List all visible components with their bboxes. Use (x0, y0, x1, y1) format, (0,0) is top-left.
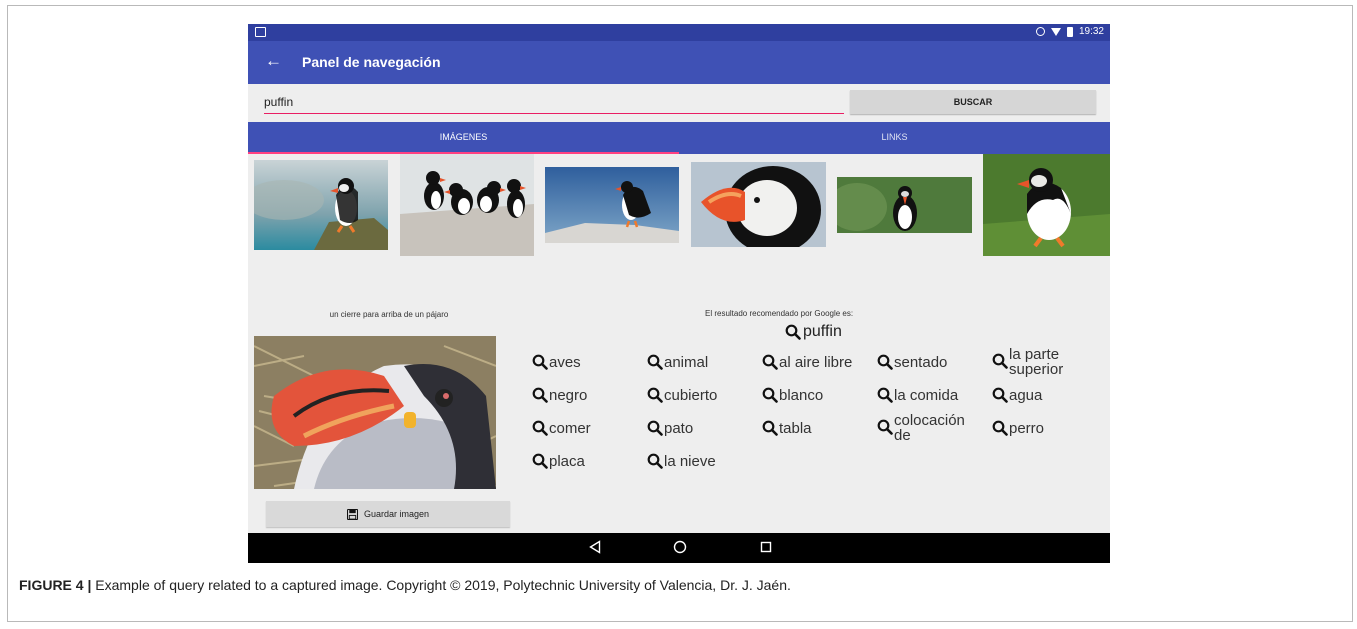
tab-bar: IMÁGENES LINKS (248, 122, 1110, 154)
tag-label: la nieve (664, 453, 716, 470)
tag-label: pato (664, 420, 694, 437)
save-image-button[interactable]: Guardar imagen (266, 501, 510, 527)
tag-label: la comida (894, 387, 959, 404)
search-icon (762, 387, 778, 403)
search-icon (992, 387, 1008, 403)
search-icon (877, 354, 893, 370)
search-row: BUSCAR (248, 84, 1110, 121)
tag-search-item[interactable]: colocación de (877, 413, 965, 443)
back-triangle-icon[interactable] (589, 540, 601, 554)
tag-search-item[interactable]: placa (532, 453, 585, 470)
figure-caption-label: FIGURE 4 | (19, 577, 92, 593)
recommended-search[interactable]: puffin (785, 323, 842, 341)
tag-search-item[interactable]: sentado (877, 354, 948, 371)
search-icon (532, 453, 548, 469)
android-tablet-screen: 19:32 ← Panel de navegación BUSCAR IMÁGE… (248, 24, 1110, 563)
tag-search-item[interactable]: animal (647, 354, 709, 371)
sync-icon (1035, 27, 1045, 36)
search-icon (532, 354, 548, 370)
save-floppy-icon (346, 508, 358, 520)
result-image-5[interactable] (837, 177, 972, 233)
search-icon (647, 354, 663, 370)
tag-label: la parte superior (1009, 346, 1064, 378)
tag-search-item[interactable]: pato (647, 420, 694, 437)
recommended-term: puffin (803, 323, 842, 340)
tag-label: perro (1009, 420, 1045, 437)
search-icon (877, 419, 893, 435)
search-button[interactable]: BUSCAR (850, 90, 1096, 114)
result-image-1[interactable] (254, 160, 388, 250)
search-icon (992, 353, 1008, 369)
tag-search-item[interactable]: aves (532, 354, 581, 371)
battery-icon (1066, 26, 1073, 37)
tag-label: aves (549, 354, 581, 371)
tag-search-item[interactable]: agua (992, 387, 1043, 404)
status-time: 19:32 (1078, 26, 1104, 37)
home-circle-icon[interactable] (673, 540, 687, 554)
tab-links[interactable]: LINKS (679, 122, 1110, 154)
arrow-back-icon[interactable]: ← (265, 52, 282, 70)
recommendation-label: El resultado recomendado por Google es: (705, 309, 854, 318)
search-icon (877, 387, 893, 403)
status-bar: 19:32 (248, 24, 1110, 41)
tag-label: sentado (894, 354, 948, 371)
search-icon (785, 324, 801, 340)
tag-label: negro (549, 387, 588, 404)
tag-search-item[interactable]: al aire libre (762, 354, 853, 371)
tag-search-item[interactable]: blanco (762, 387, 824, 404)
tag-search-item[interactable]: perro (992, 420, 1045, 437)
result-image-6[interactable] (983, 154, 1110, 256)
recents-square-icon[interactable] (760, 540, 772, 554)
tag-label: agua (1009, 387, 1043, 404)
tag-search-item[interactable]: comer (532, 420, 591, 437)
tag-search-item[interactable]: tabla (762, 420, 812, 437)
search-icon (532, 387, 548, 403)
figure-caption-text: Example of query related to a captured i… (91, 577, 791, 593)
search-icon (647, 387, 663, 403)
tag-search-item[interactable]: negro (532, 387, 588, 404)
search-icon (992, 420, 1008, 436)
save-image-label: Guardar imagen (363, 509, 430, 519)
result-image-3[interactable] (545, 167, 679, 243)
result-image-2[interactable] (400, 154, 534, 256)
search-icon (647, 453, 663, 469)
image-results (248, 154, 1110, 258)
app-bar: ← Panel de navegación (248, 41, 1110, 84)
tag-search-item[interactable]: cubierto (647, 387, 718, 404)
tag-label: placa (549, 453, 585, 470)
search-input[interactable] (264, 91, 844, 114)
search-icon (762, 354, 778, 370)
app-bar-title: Panel de navegación (302, 54, 441, 70)
notification-image-icon (255, 27, 266, 37)
tag-label: comer (549, 420, 591, 437)
result-image-4[interactable] (691, 162, 826, 247)
tag-search-item[interactable]: la nieve (647, 453, 716, 470)
tab-images[interactable]: IMÁGENES (248, 122, 679, 154)
search-icon (532, 420, 548, 436)
search-icon (647, 420, 663, 436)
captured-image-caption: un cierre para arriba de un pájaro (329, 310, 449, 319)
wifi-icon (1050, 27, 1061, 36)
tag-label: colocación de (894, 412, 965, 444)
tag-label: cubierto (664, 387, 718, 404)
android-nav-bar (248, 533, 1110, 563)
search-icon (762, 420, 778, 436)
tag-label: tabla (779, 420, 812, 437)
tag-label: blanco (779, 387, 824, 404)
tag-search-item[interactable]: la parte superior (992, 347, 1063, 377)
tag-label: al aire libre (779, 354, 853, 371)
tag-search-item[interactable]: la comida (877, 387, 959, 404)
figure-caption: FIGURE 4 | Example of query related to a… (19, 577, 791, 593)
captured-image (254, 336, 496, 489)
tag-label: animal (664, 354, 709, 371)
